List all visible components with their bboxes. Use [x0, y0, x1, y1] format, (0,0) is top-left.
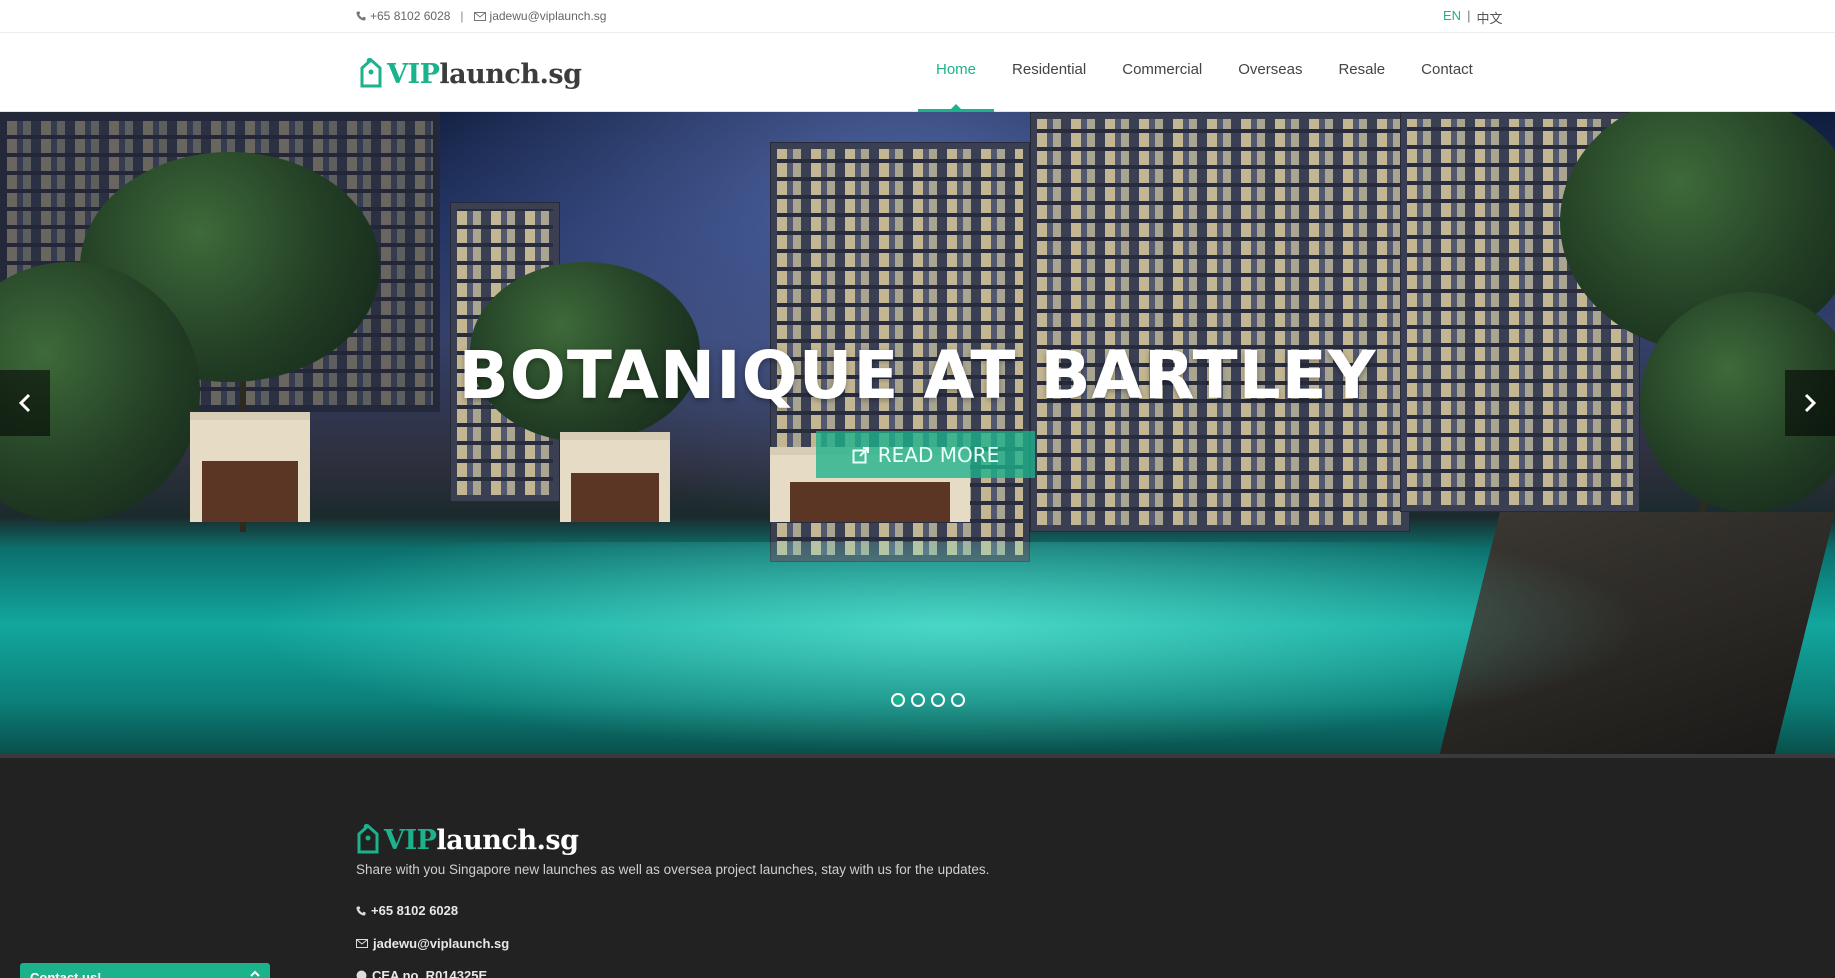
nav-contact[interactable]: Contact	[1403, 34, 1491, 112]
chevron-right-icon	[1804, 393, 1817, 413]
nav-overseas[interactable]: Overseas	[1220, 34, 1320, 112]
hero-cabana	[560, 432, 670, 522]
nav-commercial[interactable]: Commercial	[1104, 34, 1220, 112]
slider-dot[interactable]	[951, 693, 965, 707]
footer-logo[interactable]: VIPlaunch.sg	[356, 824, 579, 856]
hero-title: BOTANIQUE AT BARTLEY	[458, 337, 1377, 414]
footer-logo-wordmark: VIPlaunch.sg	[384, 825, 579, 856]
contact-us-tab[interactable]: Contact us!	[20, 963, 270, 978]
footer-tagline: Share with you Singapore new launches as…	[356, 862, 990, 877]
nav-resale[interactable]: Resale	[1320, 34, 1403, 112]
phone-icon	[356, 906, 366, 915]
site-footer: VIPlaunch.sg Share with you Singapore ne…	[0, 754, 1835, 978]
external-link-icon	[852, 446, 869, 463]
chevron-up-icon	[250, 970, 260, 977]
logo-wordmark: VIPlaunch.sg	[387, 59, 582, 90]
footer-email: jadewu@viplaunch.sg	[356, 936, 509, 951]
site-header: VIPlaunch.sg Home Residential Commercial…	[0, 34, 1835, 112]
slider-dot[interactable]	[911, 693, 925, 707]
lang-separator: |	[1467, 8, 1471, 23]
language-switcher: EN | 中文	[1443, 8, 1502, 27]
house-tag-icon	[360, 58, 382, 88]
read-more-button[interactable]: READ MORE	[816, 431, 1035, 478]
lang-zh-link[interactable]: 中文	[1476, 8, 1502, 27]
nav-home[interactable]: Home	[918, 34, 995, 112]
envelope-icon	[473, 11, 486, 21]
top-contact-info: +65 8102 6028 | jadewu@viplaunch.sg	[356, 9, 606, 23]
main-nav: Home Residential Commercial Overseas Res…	[918, 34, 1491, 112]
slider-prev-button[interactable]	[0, 370, 50, 436]
read-more-label: READ MORE	[877, 442, 1000, 467]
contact-us-label: Contact us!	[30, 970, 102, 978]
house-tag-icon	[357, 824, 379, 854]
phone-icon	[356, 11, 366, 21]
hero-slider: BOTANIQUE AT BARTLEY READ MORE	[0, 112, 1835, 754]
top-bar: +65 8102 6028 | jadewu@viplaunch.sg EN |…	[0, 0, 1835, 33]
footer-phone-text[interactable]: +65 8102 6028	[371, 903, 458, 918]
slider-dot[interactable]	[891, 693, 905, 707]
footer-cea: CEA no. R014325E	[356, 968, 487, 978]
slider-dot[interactable]	[931, 693, 945, 707]
nav-residential[interactable]: Residential	[994, 34, 1104, 112]
top-email-link[interactable]: jadewu@viplaunch.sg	[490, 9, 607, 23]
slider-pagination	[891, 693, 965, 707]
certificate-icon	[356, 970, 367, 978]
footer-cea-text: CEA no. R014325E	[372, 968, 488, 978]
hero-cabana	[190, 412, 310, 522]
envelope-icon	[356, 939, 368, 948]
chevron-left-icon	[18, 393, 31, 413]
slider-next-button[interactable]	[1785, 370, 1835, 436]
top-phone-text[interactable]: +65 8102 6028	[370, 9, 450, 23]
hero-pool-glow	[250, 542, 1650, 752]
hero-tower	[1030, 112, 1410, 532]
footer-email-link[interactable]: jadewu@viplaunch.sg	[373, 936, 509, 951]
site-logo[interactable]: VIPlaunch.sg	[359, 58, 582, 90]
top-separator: |	[460, 9, 464, 23]
lang-en-link[interactable]: EN	[1443, 8, 1461, 27]
footer-phone: +65 8102 6028	[356, 903, 458, 918]
